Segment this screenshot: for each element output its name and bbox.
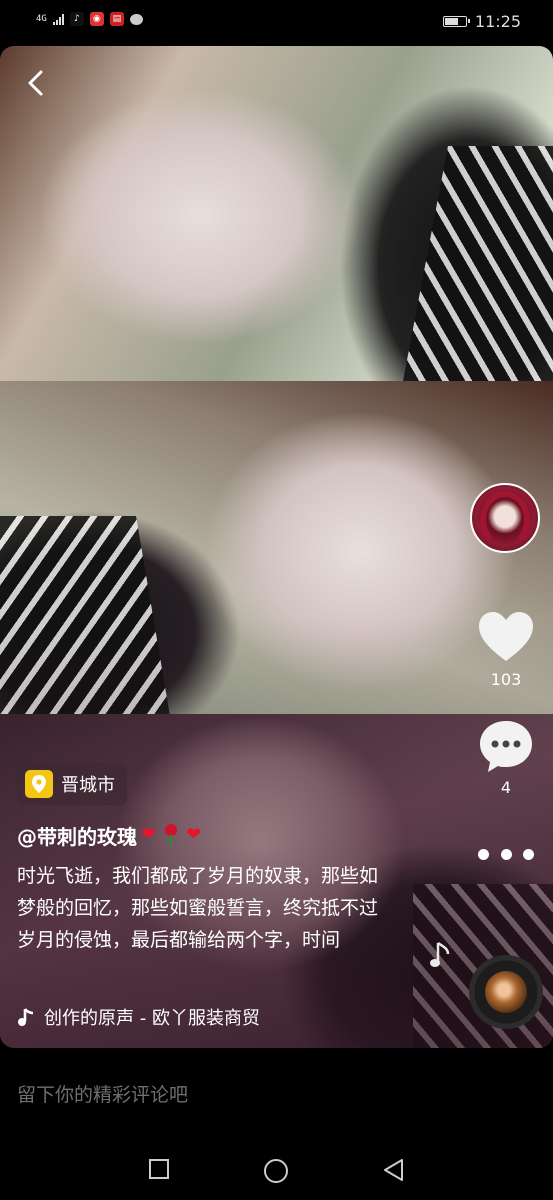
heart-emoji: ❤ <box>186 824 202 845</box>
recent-apps-button[interactable] <box>148 1158 170 1180</box>
back-button[interactable] <box>22 68 52 98</box>
maps-notification-icon: ◉ <box>89 12 104 26</box>
location-label: 晋城市 <box>61 775 115 796</box>
status-icons-right: 11:25 <box>442 12 521 31</box>
music-title: 创作的原声 - 欧丫服装商贸 <box>44 1008 260 1029</box>
network-type: 4G <box>36 13 47 24</box>
tiktok-notification-icon: ♪ <box>69 12 84 26</box>
message-notification-icon <box>129 13 143 25</box>
battery-icon <box>442 16 470 27</box>
system-navigation-bar <box>0 1140 553 1200</box>
author-avatar[interactable] <box>470 483 540 553</box>
heart-icon[interactable] <box>477 610 535 664</box>
music-note-icon <box>18 1008 34 1026</box>
music-info[interactable]: 创作的原声 - 欧丫服装商贸 <box>17 1003 302 1031</box>
status-icons-left: 4G ♪ ◉ ▤ <box>36 12 143 26</box>
comment-count: 4 <box>500 778 512 797</box>
heart-emoji: ❤ <box>141 824 157 845</box>
comment-input[interactable]: 留下你的精彩评论吧 <box>17 1080 188 1107</box>
more-dots-icon[interactable] <box>478 846 534 862</box>
video-caption: 时光飞逝，我们都成了岁月的奴隶，那些如梦般的回忆，那些如蜜般誓言，终究抵不过岁月… <box>17 865 379 951</box>
music-cover <box>485 971 527 1013</box>
location-tag[interactable]: 晋城市 <box>17 763 127 805</box>
signal-icon <box>52 13 64 25</box>
home-button[interactable] <box>263 1158 289 1184</box>
location-pin-icon <box>25 770 53 798</box>
like-count: 103 <box>490 670 522 689</box>
video-frame-top <box>0 46 553 381</box>
news-notification-icon: ▤ <box>109 12 124 26</box>
clock: 11:25 <box>474 12 521 31</box>
shirt-pattern <box>403 146 553 381</box>
author-line[interactable]: @带刺的玫瑰 ❤ ❤ <box>17 820 201 850</box>
speech-bubble-icon[interactable] <box>477 717 535 775</box>
rose-emoji <box>165 824 178 846</box>
author-name[interactable]: @带刺的玫瑰 <box>17 821 137 850</box>
floating-music-note-icon <box>430 941 450 967</box>
music-disc[interactable] <box>469 955 543 1029</box>
status-bar: 4G ♪ ◉ ▤ 11:25 <box>0 0 553 46</box>
system-back-button[interactable] <box>382 1158 406 1182</box>
